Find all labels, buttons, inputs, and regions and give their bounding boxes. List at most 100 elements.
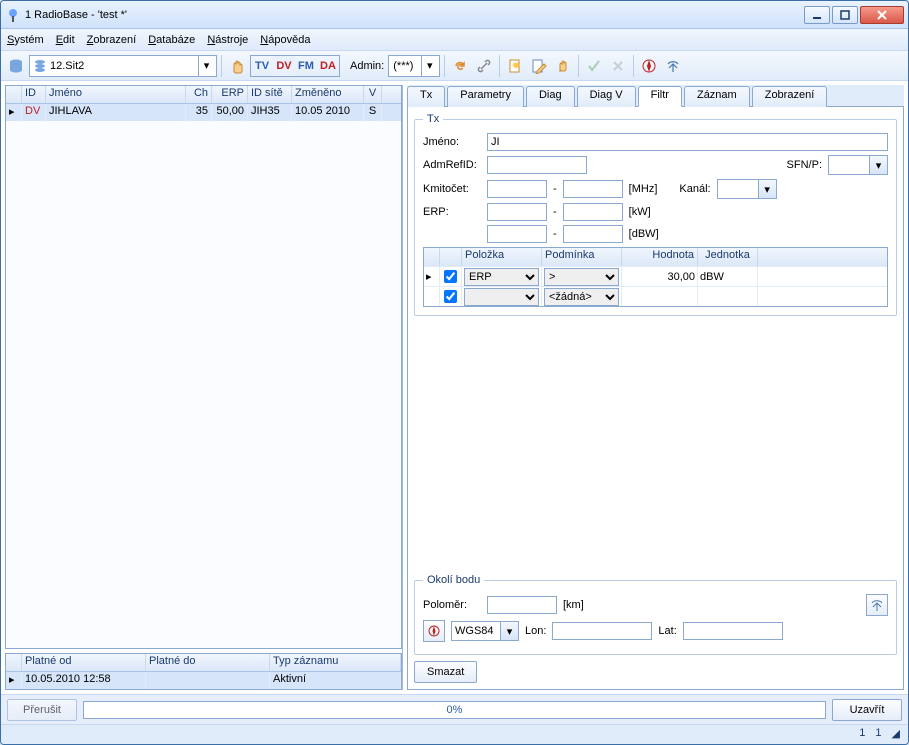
lon-label: Lon:: [525, 625, 546, 637]
valid-to-hdr[interactable]: Platné do: [146, 654, 270, 671]
tab-diagv[interactable]: Diag V: [577, 86, 636, 107]
hand-icon[interactable]: [226, 55, 248, 77]
ok-icon[interactable]: [583, 55, 605, 77]
radius-input[interactable]: [487, 596, 557, 614]
tab-params[interactable]: Parametry: [447, 86, 524, 107]
row-name: JIHLAVA: [46, 104, 186, 121]
surround-antenna-icon[interactable]: [866, 594, 888, 616]
col-id[interactable]: ID: [22, 86, 46, 103]
new-icon[interactable]: [504, 55, 526, 77]
crs-combo[interactable]: ▾: [451, 621, 519, 641]
col-ch[interactable]: Ch: [186, 86, 212, 103]
cond1-value[interactable]: 30,00: [622, 267, 698, 286]
dbw-unit: [dBW]: [629, 228, 659, 240]
col-name[interactable]: Jméno: [46, 86, 186, 103]
menu-tools[interactable]: Nástroje: [207, 34, 248, 46]
cond-unit-hdr[interactable]: Jednotka: [698, 248, 758, 266]
app-icon: [5, 7, 21, 23]
erp-to-dbw[interactable]: [563, 225, 623, 243]
menu-system[interactable]: Systém: [7, 34, 44, 46]
tx-row[interactable]: ▸ DV JIHLAVA 35 50,00 JIH35 10.05 2010 S: [6, 104, 401, 121]
erp-from-kw[interactable]: [487, 203, 547, 221]
menu-edit[interactable]: Edit: [56, 34, 75, 46]
menu-help[interactable]: Nápověda: [260, 34, 310, 46]
network-combo[interactable]: 12.Sit2 ▾: [29, 55, 217, 77]
tab-filter[interactable]: Filtr: [638, 86, 682, 107]
cond2-value[interactable]: [622, 287, 698, 306]
maximize-button[interactable]: [832, 6, 858, 24]
menu-database[interactable]: Databáze: [148, 34, 195, 46]
erp-from-dbw[interactable]: [487, 225, 547, 243]
tx-legend: Tx: [423, 113, 443, 125]
tx-fieldset: Tx Jméno: AdmRefID: SFN/P: ▾ Kmitočet:: [414, 113, 897, 316]
mode-fm[interactable]: FM: [295, 56, 317, 76]
interrupt-button[interactable]: Přerušit: [7, 699, 77, 721]
cond1-cond[interactable]: >: [544, 268, 619, 286]
cond2-item[interactable]: [464, 288, 539, 306]
channel-combo[interactable]: ▾: [717, 179, 777, 199]
cond-val-hdr[interactable]: Hodnota: [622, 248, 698, 266]
name-label: Jméno:: [423, 136, 481, 148]
col-erp[interactable]: ERP: [212, 86, 248, 103]
admin-combo[interactable]: (***) ▾: [388, 55, 440, 77]
mode-da[interactable]: DA: [317, 56, 339, 76]
edit-icon[interactable]: [528, 55, 550, 77]
cond-item-hdr[interactable]: Položka: [462, 248, 542, 266]
admin-label: Admin:: [350, 60, 384, 72]
menu-view[interactable]: Zobrazení: [87, 34, 137, 46]
db-stack-icon: [32, 58, 48, 74]
lat-input[interactable]: [683, 622, 783, 640]
compass2-icon[interactable]: [423, 620, 445, 642]
mode-dv[interactable]: DV: [273, 56, 295, 76]
close-button[interactable]: [860, 6, 904, 24]
cond-row-1[interactable]: ▸ ERP > 30,00 dBW: [424, 266, 887, 286]
mode-tv[interactable]: TV: [251, 56, 273, 76]
cond2-cond[interactable]: <žádná>: [544, 288, 619, 306]
hand2-icon[interactable]: [552, 55, 574, 77]
tab-view[interactable]: Zobrazení: [752, 86, 828, 107]
row-dv: DV: [22, 104, 46, 121]
tab-diag[interactable]: Diag: [526, 86, 575, 107]
freq-from[interactable]: [487, 180, 547, 198]
validity-grid[interactable]: Platné od Platné do Typ záznamu ▸ 10.05.…: [5, 653, 402, 690]
radius-unit: [km]: [563, 599, 584, 611]
cond1-check[interactable]: [444, 270, 457, 283]
cond2-check[interactable]: [444, 290, 457, 303]
network-combo-drop[interactable]: ▾: [198, 56, 214, 76]
network-combo-text: 12.Sit2: [48, 60, 198, 72]
sfnp-combo[interactable]: ▾: [828, 155, 888, 175]
admin-combo-drop[interactable]: ▾: [421, 56, 437, 76]
conditions-grid[interactable]: Položka Podmínka Hodnota Jednotka ▸ ERP …: [423, 247, 888, 307]
admrefid-input[interactable]: [487, 156, 587, 174]
cancel-icon[interactable]: [607, 55, 629, 77]
col-v[interactable]: V: [364, 86, 382, 103]
tab-tx[interactable]: Tx: [407, 86, 445, 107]
tx-grid[interactable]: ID Jméno Ch ERP ID sítě Změněno V ▸ DV J…: [5, 85, 402, 649]
valid-from: 10.05.2010 12:58: [22, 672, 146, 689]
validity-row[interactable]: ▸ 10.05.2010 12:58 Aktivní: [6, 672, 401, 689]
close-dialog-button[interactable]: Uzavřít: [832, 699, 902, 721]
tab-record[interactable]: Záznam: [684, 86, 750, 107]
menu-bar: Systém Edit Zobrazení Databáze Nástroje …: [1, 29, 908, 51]
erp-label: ERP:: [423, 206, 481, 218]
resize-grip-icon[interactable]: ◢: [892, 727, 900, 742]
erp-to-kw[interactable]: [563, 203, 623, 221]
cond-row-2[interactable]: <žádná>: [424, 286, 887, 306]
valid-from-hdr[interactable]: Platné od: [22, 654, 146, 671]
cond-cond-hdr[interactable]: Podmínka: [542, 248, 622, 266]
col-site[interactable]: ID sítě: [248, 86, 292, 103]
db-icon[interactable]: [5, 55, 27, 77]
record-type-hdr[interactable]: Typ záznamu: [270, 654, 401, 671]
freq-to[interactable]: [563, 180, 623, 198]
compass-icon[interactable]: [638, 55, 660, 77]
link-icon[interactable]: [473, 55, 495, 77]
name-input[interactable]: [487, 133, 888, 151]
col-changed[interactable]: Změněno: [292, 86, 364, 103]
lon-input[interactable]: [552, 622, 652, 640]
mode-selector[interactable]: TV DV FM DA: [250, 55, 340, 77]
cond1-item[interactable]: ERP: [464, 268, 539, 286]
minimize-button[interactable]: [804, 6, 830, 24]
refresh-icon[interactable]: [449, 55, 471, 77]
antenna-icon[interactable]: [662, 55, 684, 77]
clear-filter-button[interactable]: Smazat: [414, 661, 477, 683]
